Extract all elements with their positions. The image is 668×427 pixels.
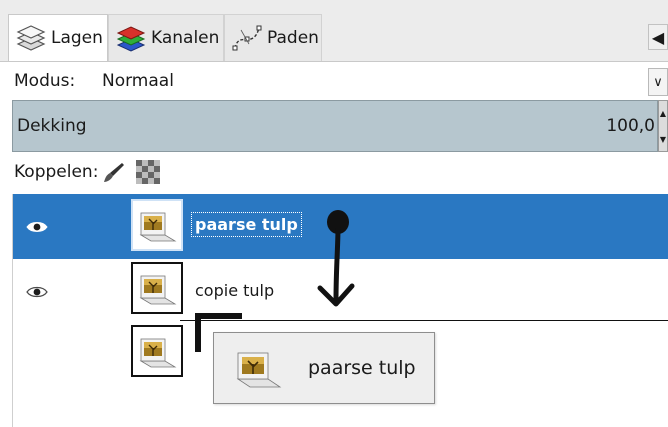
tab-menu-button[interactable]: ◀	[648, 24, 668, 50]
paint-lock-icon[interactable]	[102, 160, 126, 184]
drag-preview: paarse tulp	[213, 332, 435, 404]
layers-icon	[15, 23, 47, 53]
mode-label: Modus:	[14, 71, 76, 91]
spin-up-icon: ▲	[659, 109, 667, 118]
tab-paths[interactable]: Paden	[224, 14, 322, 61]
opacity-value: 100,0	[606, 116, 655, 136]
tab-label: Paden	[267, 28, 319, 48]
layer-thumbnail-icon	[131, 262, 183, 314]
chevron-down-icon: ∨	[653, 74, 663, 90]
layer-thumbnail-icon	[131, 199, 183, 251]
tab-label: Kanalen	[151, 28, 220, 48]
lock-label: Koppelen:	[14, 162, 99, 182]
paths-icon	[231, 23, 263, 53]
channels-icon	[115, 23, 147, 53]
layer-thumbnail-icon	[131, 325, 183, 377]
eye-icon[interactable]	[25, 283, 49, 301]
drag-preview-label: paarse tulp	[308, 357, 416, 379]
spin-down-icon: ▼	[659, 135, 667, 144]
triangle-left-icon: ◀	[651, 27, 665, 47]
layer-thumbnail-icon	[234, 349, 282, 389]
opacity-label: Dekking	[17, 116, 87, 136]
opacity-spin-button[interactable]: ▲ ▼	[658, 100, 668, 152]
eye-icon[interactable]	[25, 218, 49, 236]
mode-dropdown-value[interactable]: Normaal	[102, 71, 174, 91]
alpha-lock-icon[interactable]	[136, 160, 160, 184]
mode-dropdown-button[interactable]: ∨	[648, 68, 668, 96]
opacity-slider[interactable]: Dekking 100,0	[12, 100, 658, 152]
tab-layers[interactable]: Lagen	[8, 14, 108, 61]
tab-divider	[0, 61, 668, 62]
tab-label: Lagen	[51, 28, 103, 48]
tab-channels[interactable]: Kanalen	[108, 14, 224, 61]
